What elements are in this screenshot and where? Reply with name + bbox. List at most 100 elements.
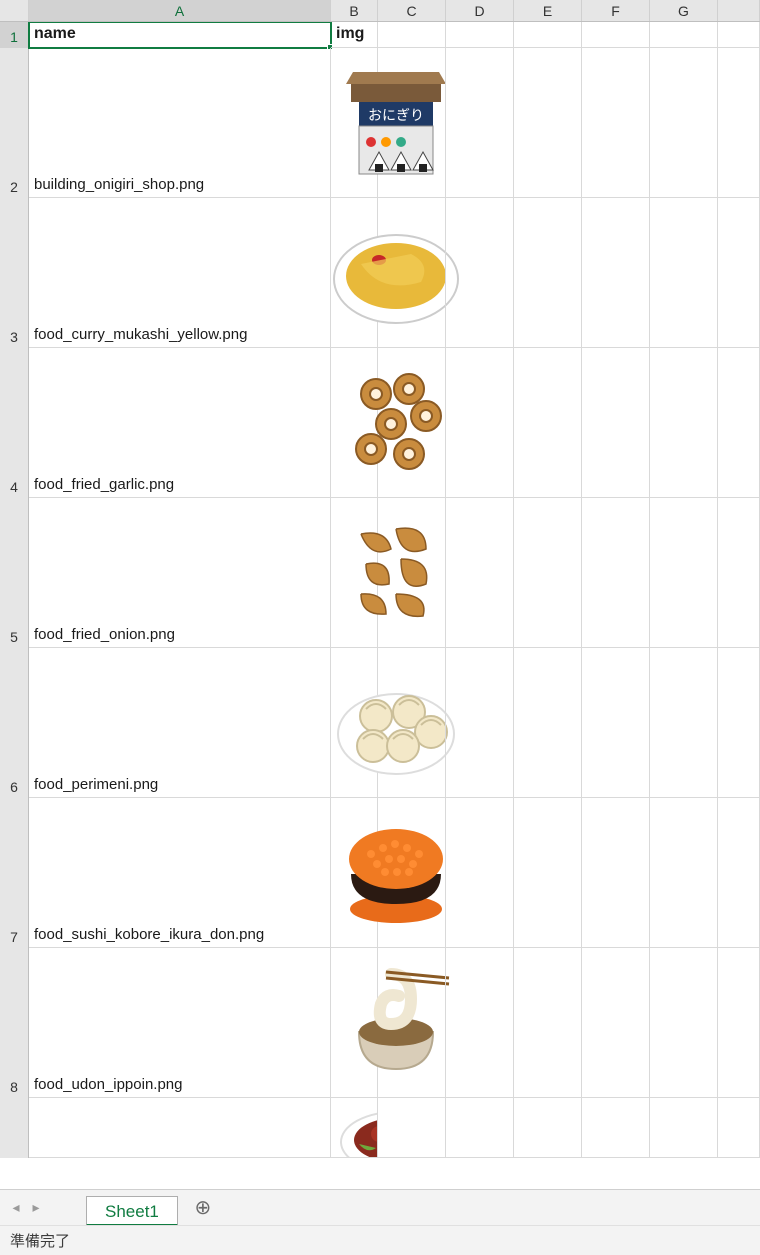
cell-D9[interactable] [446, 1098, 514, 1158]
add-sheet-button[interactable]: ⊕ [188, 1193, 218, 1223]
cell-C2[interactable] [378, 48, 446, 198]
cell-G8[interactable] [650, 948, 718, 1098]
row-header-9[interactable] [0, 1098, 29, 1158]
cell-B3[interactable] [331, 198, 378, 348]
cell-A1[interactable]: name [29, 22, 331, 48]
cell-G6[interactable] [650, 648, 718, 798]
cell-E3[interactable] [514, 198, 582, 348]
cell-E9[interactable] [514, 1098, 582, 1158]
cell-E8[interactable] [514, 948, 582, 1098]
cell-D6[interactable] [446, 648, 514, 798]
cell-rest-8[interactable] [718, 948, 760, 1098]
cell-A6-text: food_perimeni.png [34, 776, 158, 793]
cell-A2[interactable]: building_onigiri_shop.png [29, 48, 331, 198]
cell-G7[interactable] [650, 798, 718, 948]
row-header-4[interactable]: 4 [0, 348, 29, 498]
cell-A6[interactable]: food_perimeni.png [29, 648, 331, 798]
col-header-G[interactable]: G [650, 0, 718, 21]
cell-E5[interactable] [514, 498, 582, 648]
cell-E6[interactable] [514, 648, 582, 798]
row-header-1[interactable]: 1 [0, 22, 29, 48]
row-header-8[interactable]: 8 [0, 948, 29, 1098]
row-header-6[interactable]: 6 [0, 648, 29, 798]
cell-F7[interactable] [582, 798, 650, 948]
cell-A8[interactable]: food_udon_ippoin.png [29, 948, 331, 1098]
cell-G1[interactable] [650, 22, 718, 48]
row-header-7[interactable]: 7 [0, 798, 29, 948]
col-header-C[interactable]: C [378, 0, 446, 21]
cell-rest-1[interactable] [718, 22, 760, 48]
cell-C4[interactable] [378, 348, 446, 498]
cell-D7[interactable] [446, 798, 514, 948]
cell-G9[interactable] [650, 1098, 718, 1158]
sheet-tab-active[interactable]: Sheet1 [86, 1196, 178, 1226]
status-bar: 準備完了 [0, 1225, 760, 1255]
cell-G4[interactable] [650, 348, 718, 498]
cell-C8[interactable] [378, 948, 446, 1098]
cell-D3[interactable] [446, 198, 514, 348]
cell-rest-4[interactable] [718, 348, 760, 498]
cell-F3[interactable] [582, 198, 650, 348]
cell-F5[interactable] [582, 498, 650, 648]
col-header-D[interactable]: D [446, 0, 514, 21]
row-header-2[interactable]: 2 [0, 48, 29, 198]
cell-B8[interactable] [331, 948, 378, 1098]
cell-C9[interactable] [378, 1098, 446, 1158]
cell-C6[interactable] [378, 648, 446, 798]
cell-F8[interactable] [582, 948, 650, 1098]
cell-E1[interactable] [514, 22, 582, 48]
cell-B7[interactable] [331, 798, 378, 948]
col-header-E[interactable]: E [514, 0, 582, 21]
col-header-F[interactable]: F [582, 0, 650, 21]
cell-rest-7[interactable] [718, 798, 760, 948]
cell-A7[interactable]: food_sushi_kobore_ikura_don.png [29, 798, 331, 948]
cell-G3[interactable] [650, 198, 718, 348]
worksheet-grid[interactable]: 1 name img 2building_onigiri_shop.png3fo… [0, 22, 760, 1189]
cell-rest-6[interactable] [718, 648, 760, 798]
cell-rest-3[interactable] [718, 198, 760, 348]
cell-D8[interactable] [446, 948, 514, 1098]
cell-C3[interactable] [378, 198, 446, 348]
cell-A5-text: food_fried_onion.png [34, 626, 175, 643]
cell-rest-5[interactable] [718, 498, 760, 648]
cell-D4[interactable] [446, 348, 514, 498]
cell-A3-text: food_curry_mukashi_yellow.png [34, 326, 247, 343]
cell-B1[interactable]: img [331, 22, 378, 48]
nav-prev-icon[interactable]: ▸ [26, 1195, 46, 1221]
cell-A4[interactable]: food_fried_garlic.png [29, 348, 331, 498]
cell-A5[interactable]: food_fried_onion.png [29, 498, 331, 648]
cell-rest-2[interactable] [718, 48, 760, 198]
cell-B2[interactable] [331, 48, 378, 198]
cell-A1-text: name [34, 25, 76, 43]
cell-B4[interactable] [331, 348, 378, 498]
cell-F1[interactable] [582, 22, 650, 48]
cell-C5[interactable] [378, 498, 446, 648]
cell-F6[interactable] [582, 648, 650, 798]
cell-F9[interactable] [582, 1098, 650, 1158]
cell-B9[interactable] [331, 1098, 378, 1158]
cell-A7-text: food_sushi_kobore_ikura_don.png [34, 926, 264, 943]
cell-E2[interactable] [514, 48, 582, 198]
row-header-3[interactable]: 3 [0, 198, 29, 348]
cell-G5[interactable] [650, 498, 718, 648]
cell-E4[interactable] [514, 348, 582, 498]
cell-G2[interactable] [650, 48, 718, 198]
cell-D5[interactable] [446, 498, 514, 648]
cell-E7[interactable] [514, 798, 582, 948]
cell-F2[interactable] [582, 48, 650, 198]
row-header-5[interactable]: 5 [0, 498, 29, 648]
select-all-corner[interactable] [0, 0, 29, 21]
cell-C1[interactable] [378, 22, 446, 48]
cell-A3[interactable]: food_curry_mukashi_yellow.png [29, 198, 331, 348]
cell-D2[interactable] [446, 48, 514, 198]
cell-B5[interactable] [331, 498, 378, 648]
cell-A9[interactable] [29, 1098, 331, 1158]
cell-B6[interactable] [331, 648, 378, 798]
col-header-A[interactable]: A [29, 0, 331, 21]
cell-C7[interactable] [378, 798, 446, 948]
cell-F4[interactable] [582, 348, 650, 498]
cell-rest-9[interactable] [718, 1098, 760, 1158]
cell-D1[interactable] [446, 22, 514, 48]
nav-first-icon[interactable]: ◂ [6, 1195, 26, 1221]
col-header-B[interactable]: B [331, 0, 378, 21]
